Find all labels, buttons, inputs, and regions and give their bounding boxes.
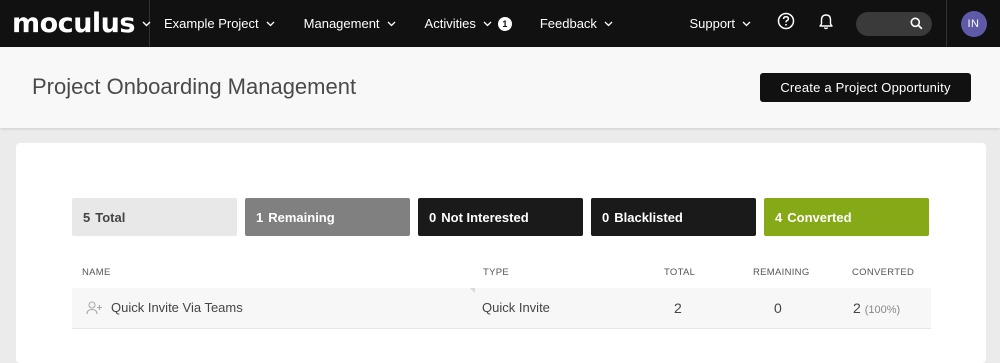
- stat-count: 0: [602, 209, 610, 225]
- stat-blacklisted-filter[interactable]: 0 Blacklisted: [591, 198, 756, 236]
- row-converted: 2 (100%): [853, 300, 900, 316]
- nav-activities-label: Activities: [424, 16, 476, 31]
- nav-right-group: Support IN: [675, 0, 1000, 47]
- notifications-button[interactable]: [806, 0, 846, 47]
- page-title: Project Onboarding Management: [32, 74, 357, 99]
- help-icon: [777, 12, 795, 35]
- column-header-converted[interactable]: CONVERTED: [852, 267, 914, 278]
- stat-label: Total: [95, 209, 126, 225]
- row-converted-percent: (100%): [864, 304, 901, 316]
- stat-count: 0: [429, 209, 437, 225]
- bell-icon: [818, 13, 834, 35]
- stat-label: Blacklisted: [614, 209, 683, 225]
- add-person-icon: [86, 301, 104, 318]
- table-header: NAME TYPE TOTAL REMAINING CONVERTED: [72, 267, 931, 281]
- nav-feedback-label: Feedback: [539, 16, 597, 31]
- nav-activities[interactable]: Activities 1: [411, 0, 526, 47]
- search-icon: [910, 17, 923, 35]
- activities-count-badge: 1: [497, 16, 512, 31]
- nav-support-label: Support: [689, 16, 735, 31]
- chevron-down-icon: [603, 18, 614, 29]
- create-project-opportunity-button[interactable]: Create a Project Opportunity: [760, 73, 971, 102]
- stat-label: Converted: [787, 209, 852, 225]
- user-menu[interactable]: IN: [946, 0, 1000, 47]
- avatar: IN: [960, 10, 987, 37]
- column-header-type[interactable]: TYPE: [483, 267, 509, 278]
- stat-remaining-filter[interactable]: 1 Remaining: [245, 198, 410, 236]
- column-divider: [470, 288, 475, 293]
- row-name[interactable]: Quick Invite Via Teams: [111, 300, 243, 315]
- nav-support[interactable]: Support: [675, 0, 766, 47]
- help-button[interactable]: [766, 0, 806, 47]
- stat-label: Not Interested: [441, 209, 529, 225]
- nav-feedback[interactable]: Feedback: [526, 0, 628, 47]
- logo: moculus: [12, 8, 135, 39]
- table-row[interactable]: Quick Invite Via Teams Quick Invite 2 0 …: [72, 288, 931, 329]
- page-header: Project Onboarding Management Create a P…: [0, 47, 1000, 128]
- column-header-name[interactable]: NAME: [82, 267, 111, 278]
- stat-count: 1: [256, 209, 264, 225]
- top-navbar: moculus Example Project Management Activ…: [0, 0, 1000, 47]
- stat-count: 4: [775, 209, 783, 225]
- onboarding-card: 5 Total 1 Remaining 0 Not Interested 0 B…: [16, 143, 986, 363]
- chevron-down-icon: [265, 18, 276, 29]
- row-remaining: 0: [774, 300, 782, 316]
- chevron-down-icon: [386, 18, 397, 29]
- column-header-remaining[interactable]: REMAINING: [753, 267, 810, 278]
- row-type: Quick Invite: [482, 300, 550, 315]
- stat-label: Remaining: [268, 209, 335, 225]
- stat-total-filter[interactable]: 5 Total: [72, 198, 237, 236]
- row-total: 2: [674, 300, 682, 316]
- search-input[interactable]: [856, 11, 932, 36]
- stat-converted-filter[interactable]: 4 Converted: [764, 198, 929, 236]
- stats-bar: 5 Total 1 Remaining 0 Not Interested 0 B…: [72, 198, 929, 236]
- nav-management-label: Management: [303, 16, 380, 31]
- row-converted-count: 2: [853, 300, 861, 316]
- chevron-down-icon: [741, 18, 752, 29]
- stat-count: 5: [83, 209, 91, 225]
- main-menu: Example Project Management Activities 1 …: [150, 0, 628, 47]
- nav-management[interactable]: Management: [290, 0, 411, 47]
- nav-example-project[interactable]: Example Project: [150, 0, 290, 47]
- stat-not-interested-filter[interactable]: 0 Not Interested: [418, 198, 583, 236]
- chevron-down-icon: [482, 18, 493, 29]
- nav-example-project-label: Example Project: [164, 16, 259, 31]
- brand-menu[interactable]: moculus: [0, 0, 151, 47]
- column-header-total[interactable]: TOTAL: [664, 267, 695, 278]
